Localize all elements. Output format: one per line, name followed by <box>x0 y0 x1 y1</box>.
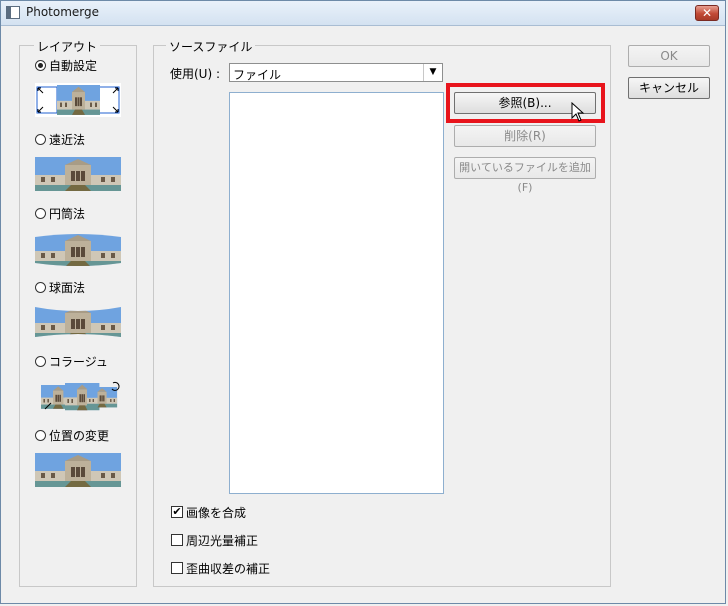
checkbox[interactable] <box>171 562 183 574</box>
cylindrical-thumbnail <box>35 234 121 266</box>
use-label: 使用(U) : <box>170 67 221 81</box>
checkbox-vignette-removal[interactable]: 周辺光量補正 <box>171 532 258 548</box>
radio-button[interactable] <box>35 133 46 145</box>
photomerge-dialog: Photomerge ✕ レイアウト 自動設定 遠近法 円筒法 球面法 コラージ… <box>0 0 726 604</box>
layout-option-collage[interactable]: コラージュ <box>35 353 108 369</box>
close-button[interactable]: ✕ <box>695 5 719 21</box>
checkbox-label: 周辺光量補正 <box>186 533 259 548</box>
spherical-thumbnail <box>35 307 121 337</box>
layout-option-label: 球面法 <box>49 280 86 295</box>
checkbox-distortion-correction[interactable]: 歪曲収差の補正 <box>171 560 270 576</box>
window-title: Photomerge <box>26 5 100 19</box>
mouse-cursor-icon <box>571 102 585 122</box>
layout-option-spherical[interactable]: 球面法 <box>35 279 85 295</box>
layout-option-auto[interactable]: 自動設定 <box>35 57 97 73</box>
checkbox-label: 歪曲収差の補正 <box>186 561 271 576</box>
checkbox[interactable] <box>171 534 183 546</box>
layout-option-label: コラージュ <box>49 354 108 369</box>
title-bar[interactable]: Photomerge ✕ <box>1 1 725 26</box>
radio-button[interactable] <box>35 207 46 219</box>
chevron-down-icon[interactable]: ▼ <box>423 64 442 81</box>
checkbox-blend-images[interactable]: ✔ 画像を合成 <box>171 504 246 520</box>
collage-thumbnail <box>35 379 121 413</box>
radio-button[interactable] <box>35 281 46 293</box>
use-dropdown[interactable]: ファイル ▼ <box>229 63 443 82</box>
reposition-thumbnail <box>35 453 121 487</box>
layout-option-label: 遠近法 <box>49 132 86 147</box>
radio-button[interactable] <box>35 59 46 71</box>
cancel-button[interactable]: キャンセル <box>628 77 710 99</box>
ok-button[interactable]: OK <box>628 45 710 67</box>
layout-option-reposition[interactable]: 位置の変更 <box>35 427 109 443</box>
layout-option-cylindrical[interactable]: 円筒法 <box>35 205 85 221</box>
perspective-thumbnail <box>35 157 121 191</box>
layout-group-legend: レイアウト <box>34 38 101 55</box>
source-file-list[interactable] <box>229 92 444 494</box>
source-files-legend: ソースファイル <box>166 38 256 55</box>
window-icon <box>6 6 20 19</box>
layout-option-label: 自動設定 <box>49 58 98 73</box>
radio-button[interactable] <box>35 429 46 441</box>
layout-option-label: 円筒法 <box>49 206 86 221</box>
auto-panorama-thumbnail <box>35 83 121 117</box>
checkbox-label: 画像を合成 <box>186 505 247 520</box>
remove-button[interactable]: 削除(R) <box>454 125 596 147</box>
layout-option-label: 位置の変更 <box>49 428 110 443</box>
use-dropdown-value: ファイル <box>233 68 282 82</box>
add-open-files-button[interactable]: 開いているファイルを追加(F) <box>454 157 596 194</box>
radio-button[interactable] <box>35 355 46 367</box>
layout-option-perspective[interactable]: 遠近法 <box>35 131 85 147</box>
checkbox[interactable]: ✔ <box>171 506 183 518</box>
